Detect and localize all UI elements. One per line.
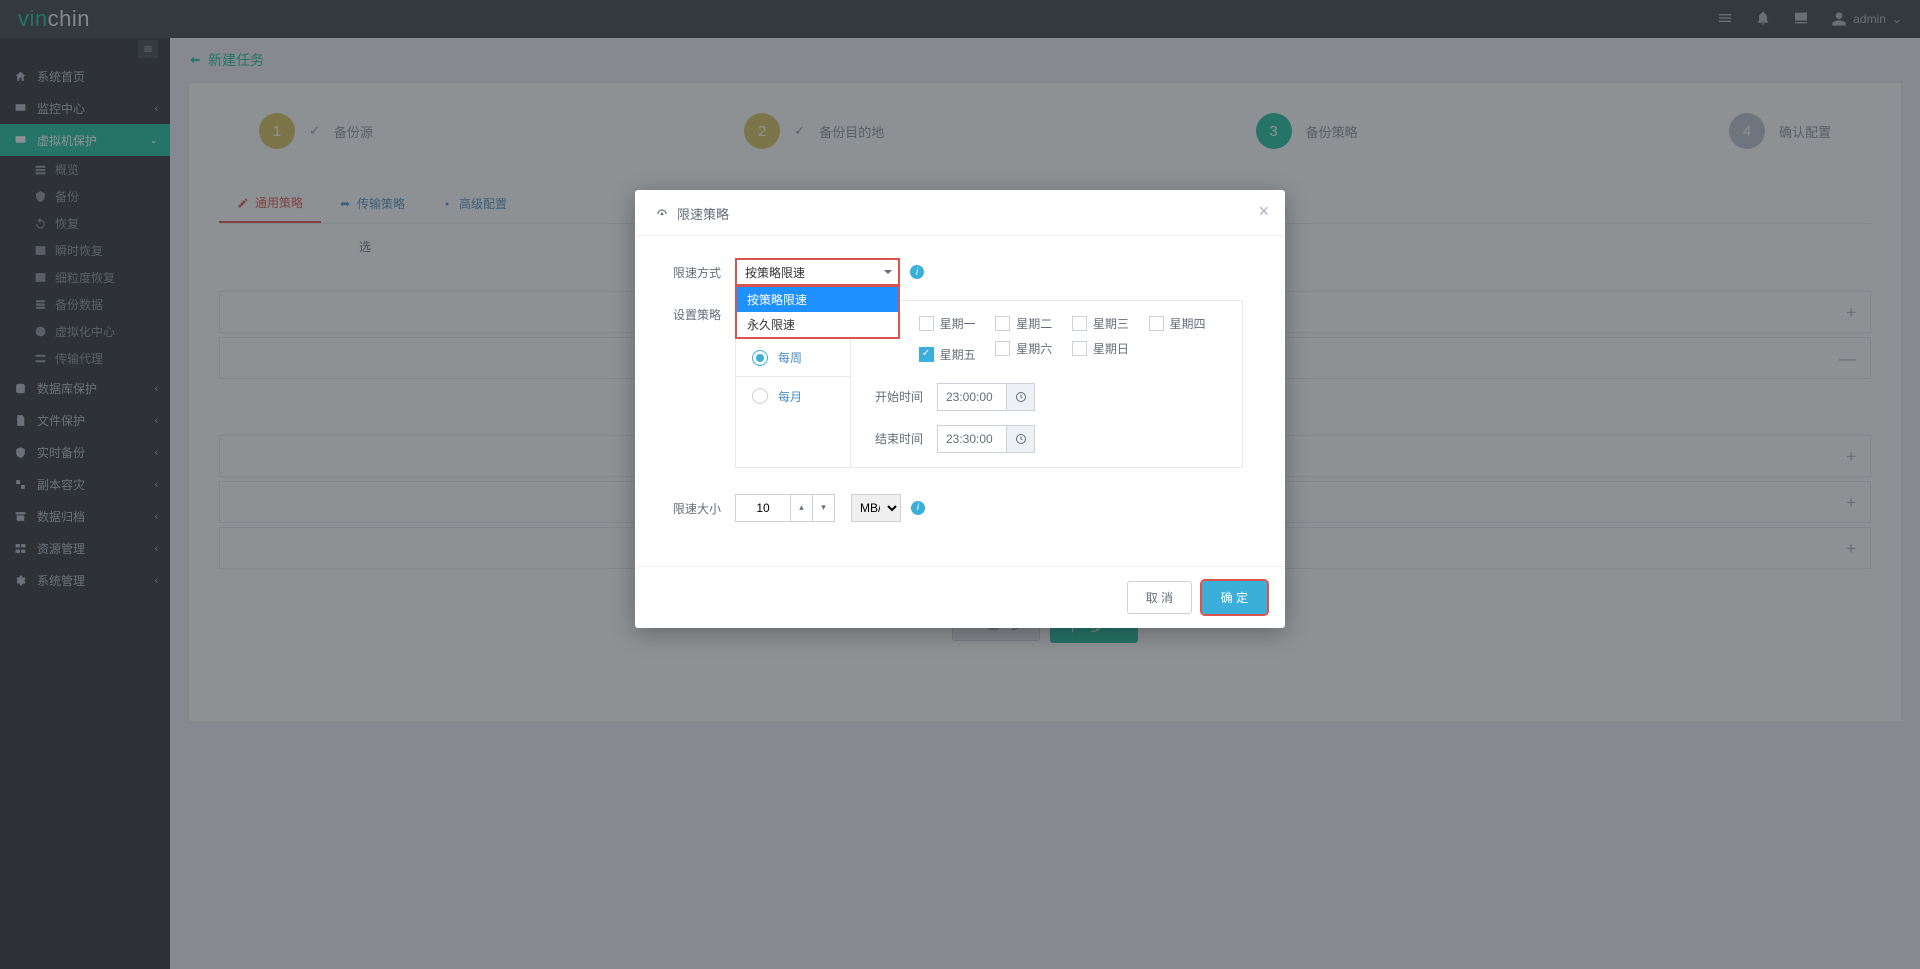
speed-limit-modal: 限速策略 × 限速方式 按策略限速 按策略限速 永久限速 i — [635, 190, 1285, 628]
clock-icon[interactable] — [1007, 383, 1035, 411]
day-sat[interactable]: 星期六 — [995, 340, 1052, 357]
modal-footer: 取 消 确 定 — [635, 566, 1285, 628]
size-input[interactable] — [735, 494, 791, 522]
day-mon[interactable]: 星期一 — [919, 315, 976, 332]
info-icon[interactable]: i — [910, 265, 924, 279]
day-sun[interactable]: 星期日 — [1072, 340, 1129, 357]
mode-dropdown: 按策略限速 永久限速 — [735, 285, 900, 339]
period-week[interactable]: 每周 — [736, 339, 850, 377]
day-wed[interactable]: 星期三 — [1072, 315, 1129, 332]
end-time-input[interactable] — [937, 425, 1007, 453]
modal-overlay: 限速策略 × 限速方式 按策略限速 按策略限速 永久限速 i — [0, 0, 1920, 969]
info-icon[interactable]: i — [911, 501, 925, 515]
mode-select[interactable]: 按策略限速 按策略限速 永久限速 — [735, 258, 900, 286]
size-row: 限速大小 ▴ ▾ MB/s i — [665, 494, 1255, 522]
mode-row: 限速方式 按策略限速 按策略限速 永久限速 i — [665, 258, 1255, 286]
start-time-input[interactable] — [937, 383, 1007, 411]
detail-column: 每周 星期一 星期二 星期三 星期四 星期五 星期六 — [850, 300, 1243, 468]
cancel-button[interactable]: 取 消 — [1127, 581, 1192, 614]
ok-button[interactable]: 确 定 — [1202, 581, 1267, 614]
day-tue[interactable]: 星期二 — [995, 315, 1052, 332]
end-time-row: 结束时间 — [871, 425, 1222, 453]
modal-body: 限速方式 按策略限速 按策略限速 永久限速 i 设置策略 — [635, 236, 1285, 566]
mode-option-permanent[interactable]: 永久限速 — [737, 312, 898, 337]
spin-up[interactable]: ▴ — [791, 494, 813, 522]
close-icon[interactable]: × — [1258, 202, 1269, 220]
modal-title: 限速策略 — [677, 204, 729, 223]
start-time-row: 开始时间 — [871, 383, 1222, 411]
mode-option-policy[interactable]: 按策略限速 — [737, 287, 898, 312]
spin-down[interactable]: ▾ — [813, 494, 835, 522]
unit-select[interactable]: MB/s — [851, 494, 901, 522]
clock-icon[interactable] — [1007, 425, 1035, 453]
modal-header: 限速策略 × — [635, 190, 1285, 236]
day-fri[interactable]: 星期五 — [919, 346, 976, 363]
size-spinner: ▴ ▾ — [735, 494, 835, 522]
radio-icon — [752, 388, 768, 404]
radio-checked-icon — [752, 350, 768, 366]
gauge-icon — [655, 207, 669, 221]
day-thu[interactable]: 星期四 — [1149, 315, 1206, 332]
period-month[interactable]: 每月 — [736, 377, 850, 415]
